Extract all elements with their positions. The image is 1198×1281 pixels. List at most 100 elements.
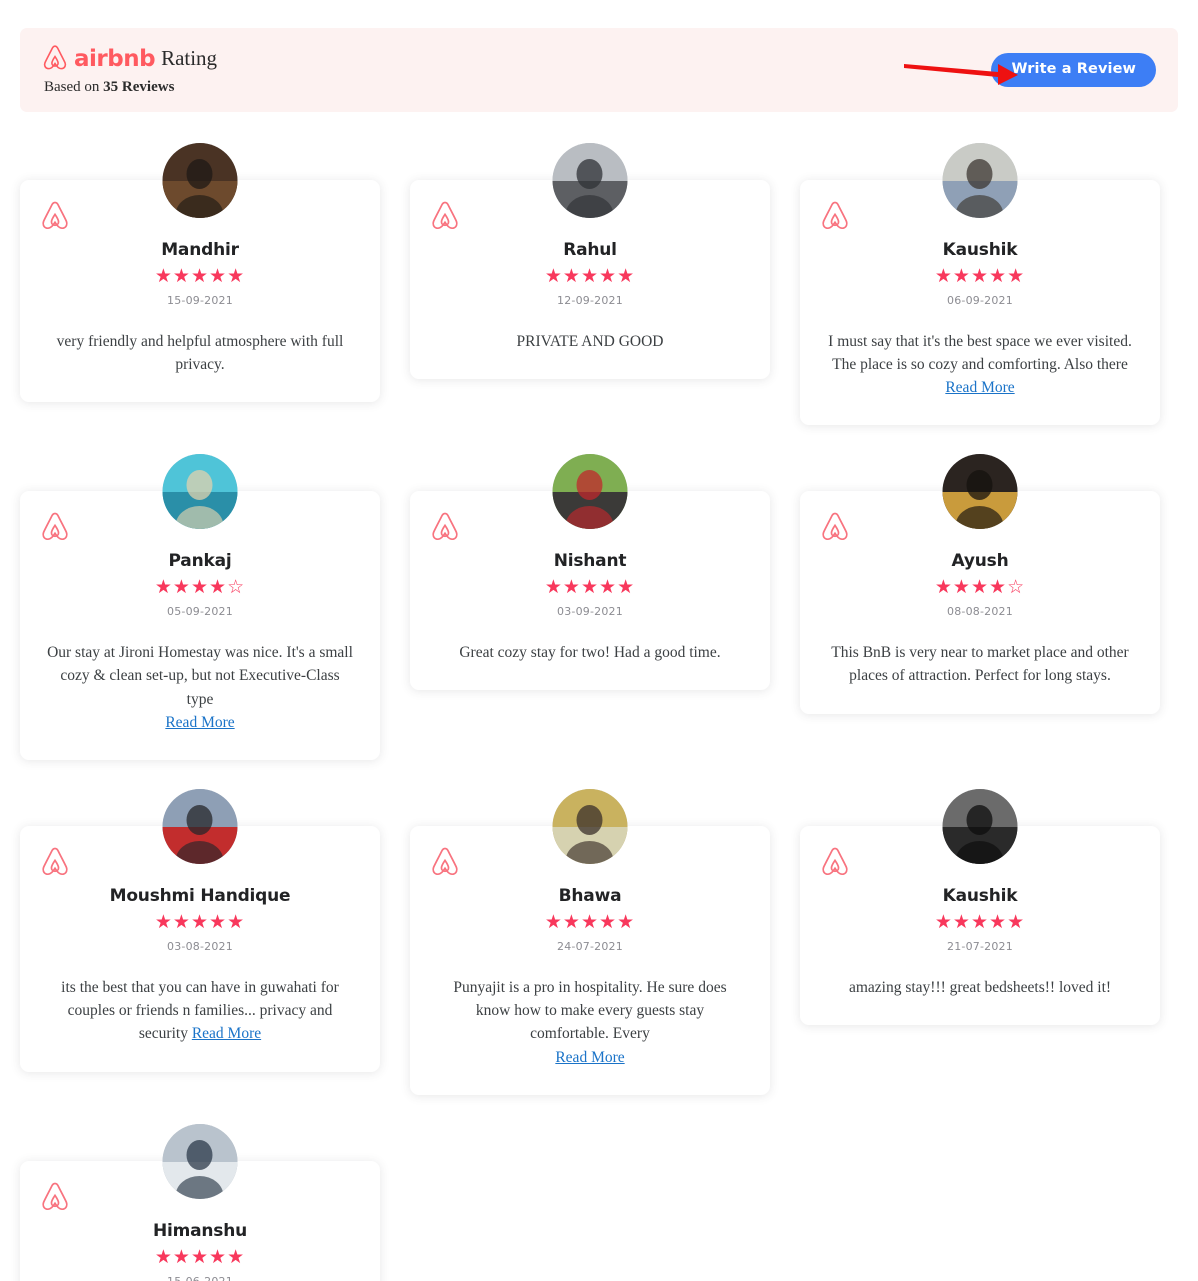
airbnb-logo-icon	[40, 1181, 70, 1213]
review-text-body: Punyajit is a pro in hospitality. He sur…	[453, 978, 727, 1043]
rating-header-right: Write a Review	[904, 53, 1156, 87]
based-on-prefix: Based on	[44, 79, 104, 95]
avatar	[552, 454, 628, 530]
star-rating: ★★★★★	[42, 910, 358, 933]
review-slot: Bhawa ★★★★★ 24-07-2021 Punyajit is a pro in…	[410, 789, 770, 1095]
reviewer-name: Kaushik	[942, 240, 1018, 260]
review-slot: Moushmi Handique ★★★★★ 03-08-2021 its the …	[20, 789, 380, 1095]
reviewer-name: Moushmi Handique	[109, 886, 291, 907]
review-date: 08-08-2021	[947, 605, 1013, 619]
read-more-link[interactable]: Read More	[945, 379, 1014, 396]
star-2: ★	[562, 576, 581, 599]
star-4: ★	[989, 576, 1008, 599]
write-review-button[interactable]: Write a Review	[991, 53, 1156, 87]
rating-header-left: airbnb Rating Based on 35 Reviews	[42, 44, 217, 96]
star-rating: ★★★★★	[42, 1245, 358, 1268]
airbnb-logo-icon	[40, 846, 70, 878]
star-3: ★	[970, 264, 990, 287]
review-text: This BnB is very near to market place an…	[822, 641, 1138, 688]
read-more-link[interactable]: Read More	[165, 714, 234, 731]
airbnb-logo-icon	[40, 200, 70, 232]
star-rating: ★★★★★	[432, 578, 748, 597]
review-slot: Ayush ★★★★☆ 08-08-2021 This BnB is very nea…	[800, 454, 1160, 760]
avatar	[162, 454, 238, 530]
star-5: ★	[227, 264, 246, 287]
star-4: ★	[599, 910, 618, 933]
review-date: 21-07-2021	[947, 939, 1013, 953]
review-text-body: PRIVATE AND GOOD	[516, 332, 664, 350]
star-5: ★	[1007, 910, 1026, 933]
avatar	[552, 789, 628, 865]
review-date: 03-08-2021	[167, 939, 233, 953]
airbnb-logo-icon	[820, 200, 850, 232]
star-3: ★	[580, 576, 600, 599]
rating-header: airbnb Rating Based on 35 Reviews Write …	[20, 28, 1178, 112]
reviews-page: airbnb Rating Based on 35 Reviews Write …	[0, 0, 1198, 1281]
based-on-line: Based on 35 Reviews	[44, 79, 217, 96]
reviewer-name: Pankaj	[168, 551, 232, 572]
star-1: ★	[934, 264, 953, 287]
review-date: 03-09-2021	[557, 605, 623, 619]
review-date: 15-09-2021	[167, 293, 233, 307]
star-1: ★	[154, 910, 173, 933]
reviewer-name: Mandhir	[161, 240, 239, 260]
star-rating: ★★★★★	[432, 264, 748, 287]
star-2: ★	[172, 1245, 191, 1268]
star-2: ★	[952, 910, 971, 933]
avatar	[162, 789, 238, 865]
reviewer-name: Kaushik	[942, 886, 1018, 907]
airbnb-logo-icon	[42, 44, 68, 72]
star-2: ★	[172, 264, 191, 287]
star-1: ★	[934, 910, 953, 933]
airbnb-logo-icon	[430, 846, 460, 878]
review-card[interactable]: Bhawa ★★★★★ 24-07-2021 Punyajit is a pro in…	[410, 826, 770, 1095]
review-text-body: very friendly and helpful atmosphere wit…	[56, 332, 344, 373]
star-rating: ★★★★★	[822, 264, 1138, 287]
star-rating: ★★★★★	[42, 264, 358, 287]
avatar	[942, 789, 1018, 865]
star-rating: ★★★★☆	[42, 578, 358, 597]
reviewer-name: Ayush	[951, 551, 1009, 572]
star-5: ★	[227, 1245, 246, 1268]
star-rating: ★★★★★	[822, 910, 1138, 933]
review-date: 15-06-2021	[167, 1274, 233, 1281]
star-1: ★	[154, 576, 173, 599]
avatar	[162, 1123, 238, 1199]
read-more-link[interactable]: Read More	[555, 1049, 624, 1066]
star-3: ★	[580, 910, 600, 933]
star-4: ★	[209, 576, 228, 599]
review-date: 24-07-2021	[557, 939, 623, 953]
review-text-body: Great cozy stay for two! Had a good time…	[459, 644, 721, 662]
review-slot: Mandhir ★★★★★ 15-09-2021 very friendly and …	[20, 143, 380, 425]
reviews-grid: Mandhir ★★★★★ 15-09-2021 very friendly and …	[20, 143, 1178, 1281]
star-1: ★	[934, 576, 953, 599]
review-date: 05-09-2021	[167, 605, 233, 619]
avatar	[552, 143, 628, 218]
airbnb-logo-icon	[820, 511, 850, 543]
star-3: ★	[190, 264, 210, 287]
star-1: ★	[544, 264, 563, 287]
review-slot: Himanshu★★★★★15-06-2021Cozy and comforta…	[20, 1123, 380, 1281]
star-2: ★	[562, 910, 581, 933]
review-slot: Nishant ★★★★★ 03-09-2021 Great cozy stay fo…	[410, 454, 770, 760]
star-5: ★	[617, 264, 636, 287]
star-4: ★	[989, 910, 1008, 933]
read-more-link[interactable]: Read More	[192, 1025, 261, 1042]
star-1: ★	[154, 264, 173, 287]
reviewer-name: Nishant	[553, 551, 627, 572]
star-4: ★	[599, 576, 618, 599]
airbnb-logo-icon	[430, 511, 460, 543]
review-slot: Rahul ★★★★★ 12-09-2021 PRIVATE AND GOOD	[410, 143, 770, 425]
star-5: ★	[227, 910, 246, 933]
review-text: amazing stay!!! great bedsheets!! loved …	[822, 976, 1138, 999]
reviewer-name: Himanshu	[152, 1220, 248, 1241]
review-text-body: This BnB is very near to market place an…	[831, 644, 1129, 685]
review-text: Our stay at Jironi Homestay was nice. It…	[42, 641, 358, 734]
review-text-body: I must say that it's the best space we e…	[828, 332, 1132, 373]
review-text: Punyajit is a pro in hospitality. He sur…	[432, 976, 748, 1069]
avatar	[942, 143, 1018, 218]
review-text: I must say that it's the best space we e…	[822, 330, 1138, 400]
star-1: ★	[154, 1245, 173, 1268]
review-slot: Kaushik ★★★★★ 06-09-2021 I must say that it…	[800, 143, 1160, 426]
review-card[interactable]: Pankaj ★★★★☆ 05-09-2021 Our stay at Jironi …	[20, 491, 380, 761]
